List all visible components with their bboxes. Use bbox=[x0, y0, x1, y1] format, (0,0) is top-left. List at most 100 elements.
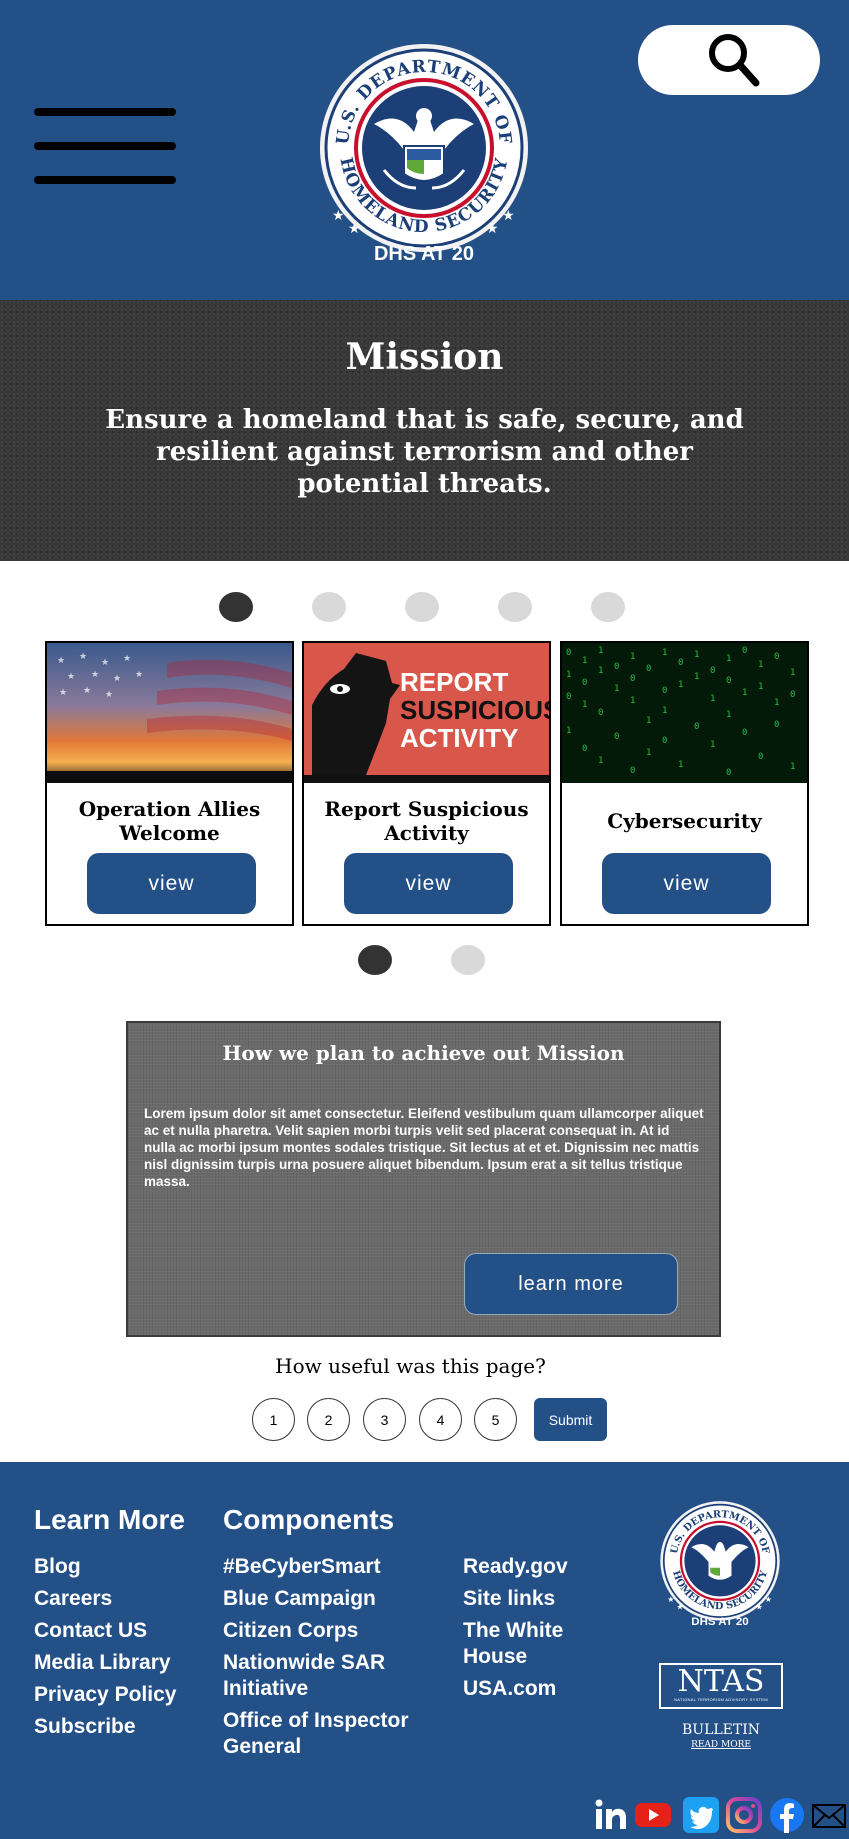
carousel-dot-3[interactable] bbox=[405, 592, 439, 622]
rating-option-2[interactable]: 2 bbox=[307, 1398, 350, 1441]
carousel-dot-4[interactable] bbox=[498, 592, 532, 622]
footer-link-blue-campaign[interactable]: Blue Campaign bbox=[223, 1586, 423, 1612]
ntas-subtitle: NATIONAL TERRORISM ADVISORY SYSTEM bbox=[674, 1697, 768, 1702]
learn-more-heading: Learn More bbox=[34, 1504, 185, 1535]
footer-link-ready-gov[interactable]: Ready.gov bbox=[463, 1554, 603, 1580]
svg-text:1: 1 bbox=[614, 684, 619, 694]
carousel-page-dot-1[interactable] bbox=[358, 945, 392, 975]
site-footer: Learn More Blog Careers Contact US Media… bbox=[0, 1462, 849, 1839]
footer-link-nationwide-sar[interactable]: Nationwide SAR Initiative bbox=[223, 1650, 423, 1702]
ntas-read-more-link[interactable]: READ MORE bbox=[659, 1740, 783, 1750]
svg-text:1: 1 bbox=[726, 654, 731, 664]
svg-text:★: ★ bbox=[765, 1595, 772, 1604]
mission-banner: Mission Ensure a homeland that is safe, … bbox=[0, 300, 849, 561]
ntas-badge[interactable]: NTAS NATIONAL TERRORISM ADVISORY SYSTEM bbox=[659, 1663, 783, 1709]
instagram-icon[interactable] bbox=[726, 1797, 762, 1833]
components-heading: Components bbox=[223, 1504, 395, 1535]
svg-text:0: 0 bbox=[598, 708, 603, 718]
svg-text:★: ★ bbox=[502, 207, 515, 223]
rating-option-3[interactable]: 3 bbox=[363, 1398, 406, 1441]
svg-text:1: 1 bbox=[758, 682, 763, 692]
view-button[interactable]: view bbox=[344, 853, 513, 914]
ntas-title: NTAS bbox=[677, 1664, 765, 1699]
svg-text:1: 1 bbox=[566, 670, 571, 680]
carousel-dot-1[interactable] bbox=[219, 592, 253, 622]
svg-text:0: 0 bbox=[630, 674, 635, 684]
plan-body: Lorem ipsum dolor sit amet consectetur. … bbox=[144, 1106, 704, 1189]
rating-option-5[interactable]: 5 bbox=[474, 1398, 517, 1441]
card-title: Report Suspicious Activity bbox=[324, 797, 529, 845]
carousel-dot-2[interactable] bbox=[312, 592, 346, 622]
hamburger-menu-icon[interactable] bbox=[34, 106, 176, 186]
carousel-dot-5[interactable] bbox=[591, 592, 625, 622]
rating-option-4[interactable]: 4 bbox=[419, 1398, 462, 1441]
dhs-seal-logo[interactable]: U.S. DEPARTMENT OF HOMELAND SECURITY ★ ★… bbox=[318, 28, 530, 272]
svg-text:0: 0 bbox=[662, 686, 667, 696]
svg-text:0: 0 bbox=[646, 664, 651, 674]
svg-text:★: ★ bbox=[348, 220, 361, 236]
report-text: REPORT bbox=[400, 667, 508, 697]
svg-text:1: 1 bbox=[630, 652, 635, 662]
svg-text:0: 0 bbox=[614, 662, 619, 672]
search-button[interactable] bbox=[638, 25, 820, 95]
footer-link-subscribe[interactable]: Subscribe bbox=[34, 1714, 176, 1740]
carousel-page-dot-2[interactable] bbox=[451, 945, 485, 975]
binary-code-image: 0 1 0 1 1 0 1 0 1 1 0 1 0 1 0 1 0 1 0 0 1 1 1 0 1 0 0 1 1 1 1 0… bbox=[562, 643, 807, 783]
svg-text:1: 1 bbox=[598, 666, 603, 676]
footer-link-careers[interactable]: Careers bbox=[34, 1586, 176, 1612]
report-suspicious-activity-image: REPORT SUSPICIOUS ACTIVITY bbox=[304, 643, 549, 783]
footer-link-citizen-corps[interactable]: Citizen Corps bbox=[223, 1618, 423, 1644]
footer-link-usa-com[interactable]: USA.com bbox=[463, 1676, 603, 1702]
components-links: #BeCyberSmart Blue Campaign Citizen Corp… bbox=[223, 1554, 423, 1766]
svg-text:★: ★ bbox=[91, 669, 99, 679]
svg-text:0: 0 bbox=[710, 666, 715, 676]
footer-link-media-library[interactable]: Media Library bbox=[34, 1650, 176, 1676]
footer-link-site-links[interactable]: Site links bbox=[463, 1586, 603, 1612]
svg-text:0: 0 bbox=[790, 690, 795, 700]
svg-text:1: 1 bbox=[774, 698, 779, 708]
search-icon bbox=[709, 34, 760, 87]
site-header: U.S. DEPARTMENT OF HOMELAND SECURITY ★ ★… bbox=[0, 0, 849, 300]
footer-link-privacy[interactable]: Privacy Policy bbox=[34, 1682, 176, 1708]
svg-text:1: 1 bbox=[662, 706, 667, 716]
svg-text:1: 1 bbox=[758, 660, 763, 670]
svg-text:0: 0 bbox=[694, 722, 699, 732]
svg-text:1: 1 bbox=[694, 650, 699, 660]
learn-more-button[interactable]: learn more bbox=[464, 1253, 678, 1315]
card-title: Operation Allies Welcome bbox=[78, 797, 261, 845]
view-button[interactable]: view bbox=[87, 853, 256, 914]
ntas-bulletin-label: BULLETIN bbox=[681, 1722, 761, 1738]
svg-text:1: 1 bbox=[790, 668, 795, 678]
footer-link-inspector-general[interactable]: Office of Inspector General bbox=[223, 1708, 423, 1760]
svg-text:★: ★ bbox=[67, 671, 75, 681]
svg-text:1: 1 bbox=[710, 740, 715, 750]
facebook-icon[interactable] bbox=[769, 1797, 805, 1833]
svg-text:★: ★ bbox=[332, 207, 345, 223]
svg-text:★: ★ bbox=[756, 1603, 763, 1612]
svg-text:1: 1 bbox=[790, 762, 795, 772]
twitter-icon[interactable] bbox=[683, 1797, 719, 1833]
linkedin-icon[interactable] bbox=[593, 1797, 629, 1833]
email-icon[interactable] bbox=[811, 1797, 847, 1833]
footer-link-contact[interactable]: Contact US bbox=[34, 1618, 176, 1644]
learn-more-links: Blog Careers Contact US Media Library Pr… bbox=[34, 1554, 176, 1746]
svg-text:1: 1 bbox=[646, 748, 651, 758]
footer-link-becybersmart[interactable]: #BeCyberSmart bbox=[223, 1554, 423, 1580]
svg-text:1: 1 bbox=[598, 756, 603, 766]
svg-text:1: 1 bbox=[662, 648, 667, 658]
footer-link-blog[interactable]: Blog bbox=[34, 1554, 176, 1580]
svg-text:1: 1 bbox=[630, 696, 635, 706]
view-button[interactable]: view bbox=[602, 853, 771, 914]
svg-text:1: 1 bbox=[598, 646, 603, 656]
mission-title: Mission bbox=[345, 336, 504, 378]
footer-dhs-seal-logo[interactable]: U.S. DEPARTMENT OF HOMELAND SECURITY ★ ★ … bbox=[658, 1492, 782, 1632]
plan-section: How we plan to achieve out Mission Lorem… bbox=[126, 1021, 721, 1337]
rating-option-1[interactable]: 1 bbox=[252, 1398, 295, 1441]
svg-text:0: 0 bbox=[582, 744, 587, 754]
feedback-question: How useful was this page? bbox=[275, 1354, 546, 1378]
youtube-icon[interactable] bbox=[635, 1797, 671, 1833]
svg-text:1: 1 bbox=[582, 700, 587, 710]
svg-text:0: 0 bbox=[774, 652, 779, 662]
submit-button[interactable]: Submit bbox=[534, 1398, 607, 1441]
footer-link-white-house[interactable]: The White House bbox=[463, 1618, 603, 1670]
